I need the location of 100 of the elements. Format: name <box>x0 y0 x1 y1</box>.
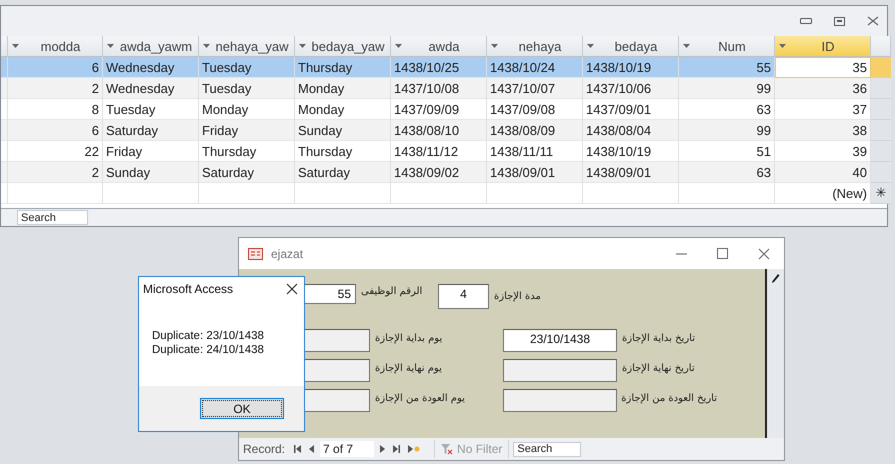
column-header[interactable]: Num <box>679 36 775 57</box>
field-label: مدة الإجازة <box>493 290 542 302</box>
table-cell: Thursday <box>199 141 295 162</box>
minimize-icon[interactable] <box>676 252 687 254</box>
table-cell: 6 <box>8 120 103 141</box>
table-cell: Wednesday <box>103 57 199 78</box>
field-label: يوم العودة من الإجازة <box>374 392 466 406</box>
maximize-icon[interactable] <box>717 248 728 259</box>
table-cell: 1438/10/25 <box>391 57 487 78</box>
record-label: Record: <box>243 442 286 456</box>
column-header[interactable]: bedaya <box>583 36 679 57</box>
search-field[interactable]: Search <box>513 442 582 456</box>
new-record-icon <box>408 445 420 453</box>
left-arrow-icon <box>309 445 314 453</box>
table-cell: 1438/08/10 <box>391 120 487 141</box>
table-cell: 8 <box>8 99 103 120</box>
first-arrow-icon <box>294 445 302 453</box>
table-cell: 1438/09/01 <box>487 162 583 183</box>
table-cell: Sunday <box>295 120 391 141</box>
form-icon <box>248 248 263 260</box>
field-label: تاريخ العودة من الإجازة <box>620 392 717 406</box>
table-cell: 38 <box>775 120 871 141</box>
table-cell: 1438/10/19 <box>583 141 679 162</box>
column-header[interactable]: nehaya_yaw <box>199 36 295 57</box>
search-field[interactable]: Search <box>17 210 88 225</box>
table-cell: Monday <box>295 99 391 120</box>
column-header[interactable]: bedaya_yaw <box>295 36 391 57</box>
field-label: يوم نهاية الإجازة <box>374 362 443 376</box>
input-field[interactable]: 4 <box>438 284 489 309</box>
table-cell: Tuesday <box>199 78 295 99</box>
table-cell: Friday <box>199 120 295 141</box>
table-cell: Wednesday <box>103 78 199 99</box>
table-cell: 1437/10/08 <box>391 78 487 99</box>
table-cell: 2 <box>8 78 103 99</box>
table-cell: 39 <box>775 141 871 162</box>
table-cell: 1438/09/01 <box>583 162 679 183</box>
table-cell: Monday <box>295 78 391 99</box>
ok-button[interactable]: OK <box>200 398 284 419</box>
funnel-icon <box>441 444 454 454</box>
table-cell: Saturday <box>103 120 199 141</box>
dropdown-arrow-icon[interactable] <box>299 44 306 48</box>
dropdown-arrow-icon[interactable] <box>491 44 498 48</box>
message-text: Duplicate: 24/10/1438 <box>152 343 265 357</box>
table-cell: 1437/10/07 <box>487 78 583 99</box>
dropdown-arrow-icon[interactable] <box>683 44 690 48</box>
table-cell: 1438/11/12 <box>391 141 487 162</box>
table-cell: 37 <box>775 99 871 120</box>
table-cell: 63 <box>679 99 775 120</box>
table-cell: Saturday <box>199 162 295 183</box>
field-label: تاريخ بداية الإجازة <box>621 332 696 346</box>
right-arrow-icon <box>380 445 386 453</box>
dropdown-arrow-icon[interactable] <box>779 44 786 48</box>
table-cell: 1438/11/11 <box>487 141 583 162</box>
dialog-title: Microsoft Access <box>143 282 234 296</box>
table-cell: 1438/08/04 <box>583 120 679 141</box>
table-cell: 99 <box>679 78 775 99</box>
column-header[interactable]: awda_yawm <box>103 36 199 57</box>
column-header[interactable]: nehaya <box>487 36 583 57</box>
table-cell: Friday <box>103 141 199 162</box>
table-cell: Sunday <box>103 162 199 183</box>
table-cell: 55 <box>679 57 775 78</box>
message-text: Duplicate: 23/10/1438 <box>152 329 265 343</box>
table-cell: 2 <box>8 162 103 183</box>
table-cell: 1437/09/08 <box>487 99 583 120</box>
table-cell: Tuesday <box>103 99 199 120</box>
table-cell: 63 <box>679 162 775 183</box>
table-cell: 51 <box>679 141 775 162</box>
pencil-icon <box>771 273 780 284</box>
column-header[interactable]: ID <box>775 36 871 57</box>
table-cell: 6 <box>8 57 103 78</box>
dropdown-arrow-icon[interactable] <box>587 44 594 48</box>
restore-icon[interactable] <box>834 16 845 26</box>
column-header[interactable]: awda <box>391 36 487 57</box>
field-label: يوم بداية الإجازة <box>374 332 444 346</box>
minimize-icon[interactable] <box>800 18 812 24</box>
table-cell: 1438/09/02 <box>391 162 487 183</box>
field-label: الرقم الوظيفى <box>360 285 424 297</box>
table-cell: 1437/09/09 <box>391 99 487 120</box>
table-cell: 1438/10/19 <box>583 57 679 78</box>
table-cell: 40 <box>775 162 871 183</box>
table-cell: 35 <box>775 57 871 78</box>
table-cell: Thursday <box>295 141 391 162</box>
column-header[interactable]: modda <box>8 36 103 57</box>
dropdown-arrow-icon[interactable] <box>12 44 19 48</box>
field-label: تاريخ نهاية الإجازة <box>621 362 696 376</box>
table-cell: (New) <box>775 183 871 204</box>
table-cell: 22 <box>8 141 103 162</box>
input-field[interactable]: 23/10/1438 <box>503 329 617 352</box>
table-cell: 36 <box>775 78 871 99</box>
close-icon[interactable] <box>286 283 298 295</box>
new-record-marker: ✳ <box>871 183 891 204</box>
table-cell: Tuesday <box>199 57 295 78</box>
table-cell: 1438/08/09 <box>487 120 583 141</box>
dropdown-arrow-icon[interactable] <box>395 44 402 48</box>
dropdown-arrow-icon[interactable] <box>107 44 114 48</box>
dropdown-arrow-icon[interactable] <box>203 44 210 48</box>
record-position-field[interactable]: 7 of 7 <box>320 441 374 457</box>
table-cell: Thursday <box>295 57 391 78</box>
table-cell: Saturday <box>295 162 391 183</box>
table-cell: 1437/09/01 <box>583 99 679 120</box>
